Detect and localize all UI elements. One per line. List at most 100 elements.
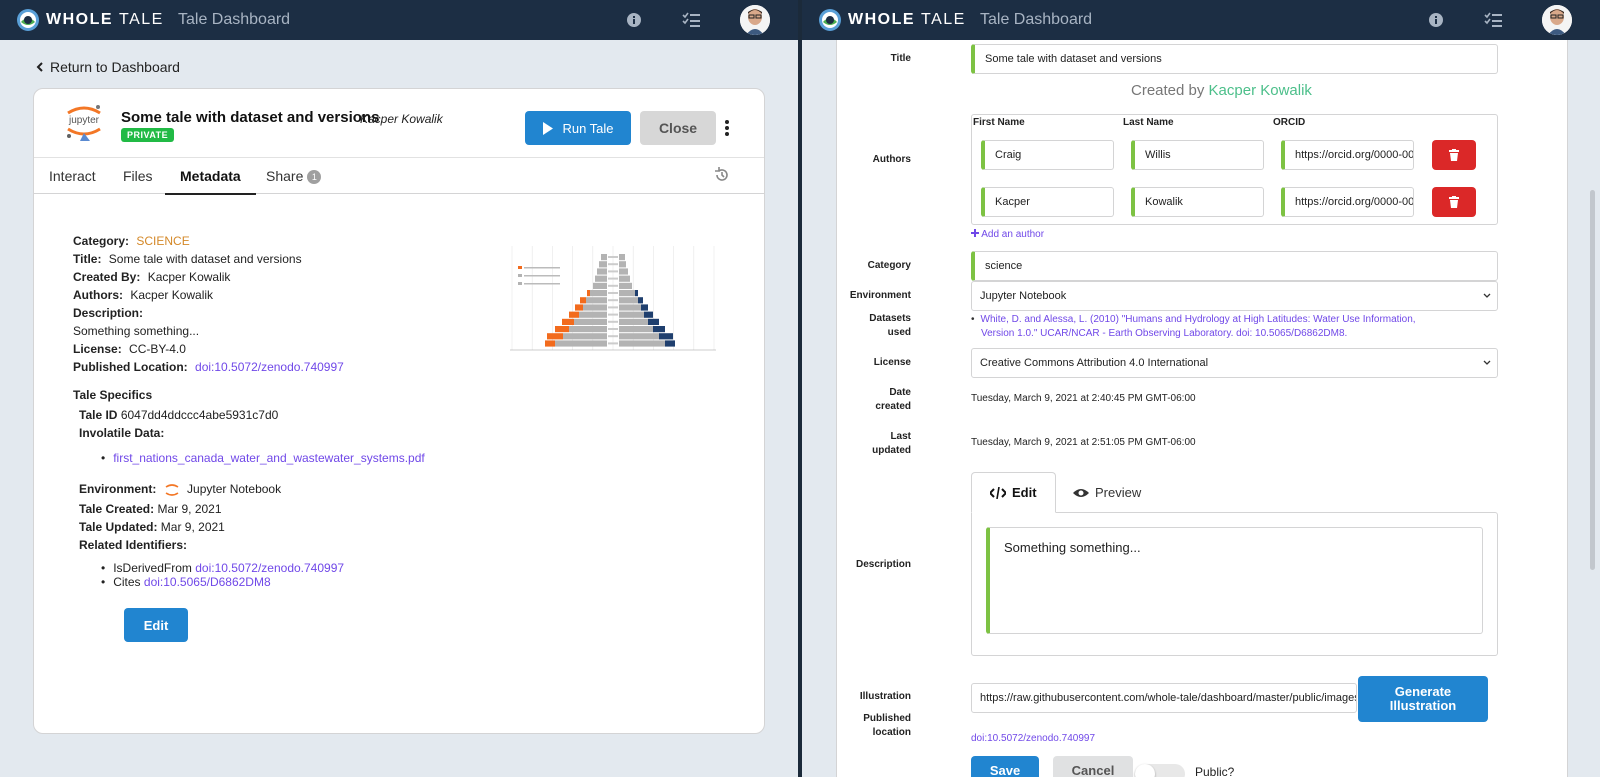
title-input[interactable]: Some tale with dataset and versions bbox=[971, 44, 1498, 74]
tale-card: jupyter Some tale with dataset and versi… bbox=[33, 88, 765, 734]
tasks-icon[interactable] bbox=[1484, 12, 1502, 28]
category-input[interactable]: science bbox=[971, 251, 1498, 281]
related-identifier-link[interactable]: doi:10.5065/D6862DM8 bbox=[144, 575, 271, 589]
pyramid-bar-right bbox=[619, 254, 625, 261]
pyramid-age-label bbox=[608, 277, 618, 280]
edit-metadata-button[interactable]: Edit bbox=[124, 608, 188, 642]
public-toggle[interactable] bbox=[1135, 764, 1185, 777]
brand-name[interactable]: WHOLE TALE bbox=[848, 11, 966, 29]
pyramid-bar-left-highlight bbox=[555, 326, 569, 333]
delete-author-button[interactable] bbox=[1432, 187, 1476, 217]
delete-author-button[interactable] bbox=[1432, 140, 1476, 170]
pyramid-bar-right bbox=[619, 268, 628, 275]
pyramid-age-label bbox=[608, 306, 618, 309]
jupyter-logo: jupyter bbox=[67, 105, 101, 141]
tab-share[interactable]: Share 1 bbox=[251, 158, 336, 195]
author-first-name-input[interactable]: Kacper bbox=[981, 187, 1114, 217]
pyramid-bar-right bbox=[619, 340, 665, 347]
pyramid-bar-right bbox=[619, 333, 659, 340]
tale-title: Some tale with dataset and versions bbox=[121, 109, 380, 126]
license-row: License: CC-BY-4.0 bbox=[73, 342, 186, 356]
run-tale-button[interactable]: Run Tale bbox=[525, 111, 631, 145]
tab-metadata[interactable]: Metadata bbox=[165, 158, 256, 195]
pyramid-age-label bbox=[608, 342, 618, 345]
dashboard-title[interactable]: Tale Dashboard bbox=[980, 11, 1092, 29]
category-value: SCIENCE bbox=[136, 234, 190, 248]
tale-illustration bbox=[506, 234, 720, 368]
legend-text-line bbox=[524, 267, 560, 269]
pyramid-bar-right bbox=[619, 326, 653, 333]
authors-row: Authors: Kacper Kowalik bbox=[73, 288, 214, 302]
eye-icon bbox=[1073, 488, 1089, 497]
published-location-row: Published Location: doi:10.5072/zenodo.7… bbox=[73, 360, 344, 374]
dashboard-title[interactable]: Tale Dashboard bbox=[178, 11, 290, 29]
tab-interact[interactable]: Interact bbox=[34, 158, 111, 195]
tale-header: jupyter Some tale with dataset and versi… bbox=[34, 89, 764, 157]
pyramid-bar-left bbox=[579, 311, 607, 318]
top-navbar: WHOLE TALE Tale Dashboard bbox=[802, 0, 1600, 40]
illustration-label: Illustration bbox=[859, 691, 911, 702]
legend-text-line bbox=[524, 275, 560, 277]
pyramid-age-label bbox=[608, 270, 618, 273]
trash-icon bbox=[1449, 196, 1459, 208]
info-icon[interactable] bbox=[1428, 12, 1444, 28]
author-last-name-input[interactable]: Willis bbox=[1131, 140, 1264, 170]
tale-id-row: Tale ID 6047dd4ddccc4abe5931c7d0 bbox=[79, 408, 279, 422]
description-edit-tab[interactable]: Edit bbox=[971, 472, 1056, 513]
history-icon[interactable] bbox=[714, 167, 730, 183]
title-row: Title: Some tale with dataset and versio… bbox=[73, 252, 302, 266]
pyramid-bar-left-highlight bbox=[545, 340, 555, 347]
license-select[interactable]: Creative Commons Attribution 4.0 Interna… bbox=[971, 348, 1498, 378]
related-identifier-link[interactable]: doi:10.5072/zenodo.740997 bbox=[195, 561, 344, 575]
description-preview-tab[interactable]: Preview bbox=[1055, 472, 1159, 513]
play-icon bbox=[543, 121, 554, 135]
description-value: Something something... bbox=[73, 324, 200, 338]
avatar[interactable] bbox=[740, 5, 770, 35]
author-orcid-input[interactable]: https://orcid.org/0000-0002-6148-7196 bbox=[1281, 140, 1414, 170]
scrollbar[interactable] bbox=[1590, 190, 1595, 570]
related-identifier-item: Cites doi:10.5065/D6862DM8 bbox=[101, 575, 493, 589]
published-location-link[interactable]: doi:10.5072/zenodo.740997 bbox=[195, 360, 344, 374]
generate-illustration-button[interactable]: Generate Illustration bbox=[1358, 676, 1488, 722]
pyramid-bar-right-highlight bbox=[641, 304, 648, 311]
pyramid-bar-left bbox=[586, 297, 607, 304]
tasks-icon[interactable] bbox=[682, 12, 700, 28]
dataset-citation-link[interactable]: White, D. and Alessa, L. (2010) "Humans … bbox=[971, 313, 1441, 341]
whole-tale-logo-icon[interactable] bbox=[16, 8, 40, 32]
author-first-name-input[interactable]: Craig bbox=[981, 140, 1114, 170]
info-icon[interactable] bbox=[626, 12, 642, 28]
whole-tale-logo-icon[interactable] bbox=[818, 8, 842, 32]
environment-select[interactable]: Jupyter Notebook bbox=[971, 281, 1498, 311]
involatile-file-link[interactable]: first_nations_canada_water_and_wastewate… bbox=[113, 451, 425, 465]
cancel-button[interactable]: Cancel bbox=[1053, 756, 1133, 777]
related-identifier-item: IsDerivedFrom doi:10.5072/zenodo.740997 bbox=[101, 561, 493, 575]
pyramid-age-label bbox=[608, 313, 618, 316]
orcid-header: ORCID bbox=[1273, 117, 1306, 128]
tab-files[interactable]: Files bbox=[108, 158, 168, 195]
brand-name[interactable]: WHOLE TALE bbox=[46, 11, 164, 29]
pyramid-bar-right-highlight bbox=[638, 297, 643, 304]
author-last-name-input[interactable]: Kowalik bbox=[1131, 187, 1264, 217]
tale-updated-row: Tale Updated: Mar 9, 2021 bbox=[79, 520, 225, 534]
published-location-link[interactable]: doi:10.5072/zenodo.740997 bbox=[971, 733, 1095, 744]
add-author-link[interactable]: Add an author bbox=[971, 229, 1044, 240]
save-button[interactable]: Save bbox=[971, 756, 1039, 777]
more-vertical-icon[interactable] bbox=[722, 117, 732, 139]
pyramid-age-label bbox=[608, 256, 618, 258]
author-orcid-input[interactable]: https://orcid.org/0000-0003-1709-3744 bbox=[1281, 187, 1414, 217]
environment-label: Environment bbox=[849, 290, 911, 301]
return-to-dashboard-link[interactable]: Return to Dashboard bbox=[36, 59, 180, 75]
pyramid-bar-left-highlight bbox=[569, 311, 579, 318]
pyramid-age-label bbox=[608, 328, 618, 330]
public-label: Public? bbox=[1195, 765, 1235, 777]
description-textarea[interactable]: Something something... bbox=[986, 527, 1483, 634]
avatar[interactable] bbox=[1542, 5, 1572, 35]
pyramid-age-label bbox=[608, 335, 618, 338]
close-tale-button[interactable]: Close bbox=[640, 111, 716, 145]
category-row: Category: SCIENCE bbox=[73, 234, 190, 248]
involatile-data-row: Involatile Data: bbox=[79, 426, 165, 440]
pyramid-age-label bbox=[608, 292, 618, 294]
illustration-url-input[interactable]: https://raw.githubusercontent.com/whole-… bbox=[971, 683, 1357, 713]
last-updated-value: Tuesday, March 9, 2021 at 2:51:05 PM GMT… bbox=[971, 437, 1196, 448]
pyramid-bar-left-highlight bbox=[562, 318, 574, 325]
